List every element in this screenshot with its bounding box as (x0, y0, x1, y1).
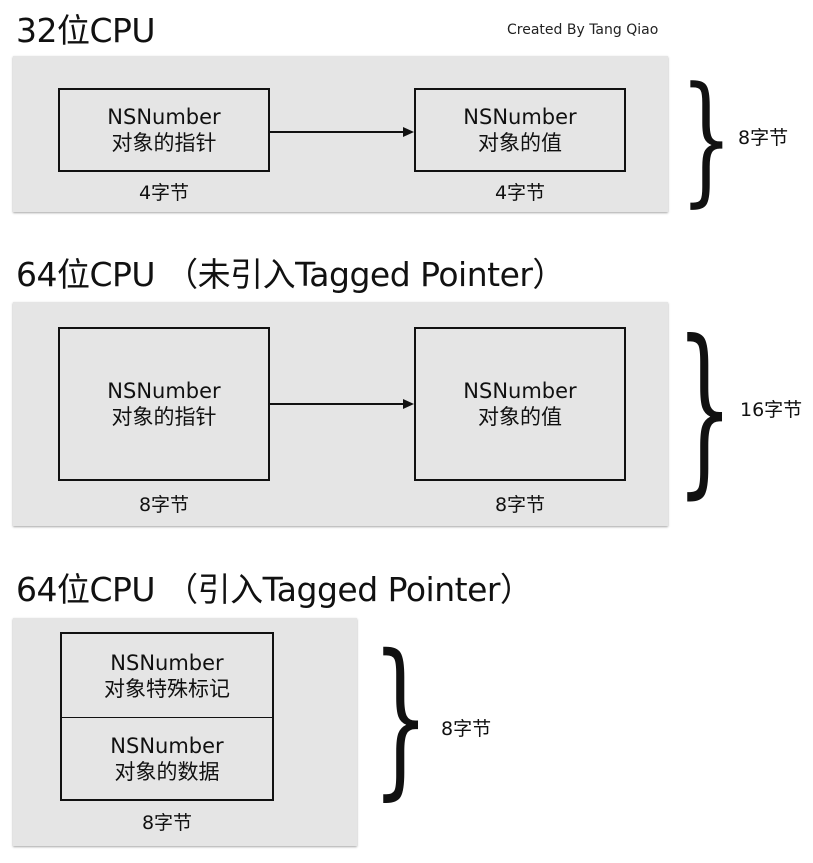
pointer-to-value-arrow (270, 399, 414, 409)
pointer-box-line1: NSNumber (107, 379, 221, 403)
pointer-box-line2: 对象的指针 (111, 405, 217, 429)
data-box: NSNumber 对象的数据 (60, 717, 274, 801)
section-64bit-title: 64位CPU （未引入Tagged Pointer） (16, 255, 565, 294)
total-size-label: 16字节 (740, 399, 803, 421)
value-box: NSNumber 对象的值 (414, 327, 626, 481)
value-box-line1: NSNumber (463, 379, 577, 403)
tag-marker-box: NSNumber 对象特殊标记 (60, 632, 274, 718)
value-box-line2: 对象的值 (478, 131, 562, 155)
pointer-box: NSNumber 对象的指针 (58, 88, 270, 172)
data-box-line1: NSNumber (110, 733, 224, 758)
tag-marker-box-line1: NSNumber (110, 650, 224, 675)
pointer-size-label: 4字节 (138, 182, 190, 204)
tag-marker-box-line2: 对象特殊标记 (104, 676, 230, 701)
section-32bit-title: 32位CPU (16, 11, 156, 50)
right-brace-icon: } (676, 300, 734, 515)
value-size-label: 8字节 (494, 494, 546, 516)
data-box-line2: 对象的数据 (114, 759, 220, 784)
pointer-box-line2: 对象的指针 (111, 131, 217, 155)
pointer-to-value-arrow (270, 127, 414, 137)
value-box-line2: 对象的值 (478, 405, 562, 429)
pointer-box: NSNumber 对象的指针 (58, 327, 270, 481)
total-size-label: 8字节 (738, 127, 789, 149)
value-size-label: 4字节 (494, 182, 546, 204)
total-size-label: 8字节 (441, 718, 492, 740)
value-box: NSNumber 对象的值 (414, 88, 626, 172)
right-brace-icon: } (372, 617, 430, 816)
author-credit: Created By Tang Qiao (507, 22, 659, 38)
section-tagged-pointer-title: 64位CPU （引入Tagged Pointer） (16, 570, 533, 609)
pointer-size-label: 8字节 (138, 494, 190, 516)
right-brace-icon: } (680, 56, 733, 221)
pointer-box-line1: NSNumber (107, 105, 221, 129)
combined-size-label: 8字节 (141, 812, 193, 834)
value-box-line1: NSNumber (463, 105, 577, 129)
